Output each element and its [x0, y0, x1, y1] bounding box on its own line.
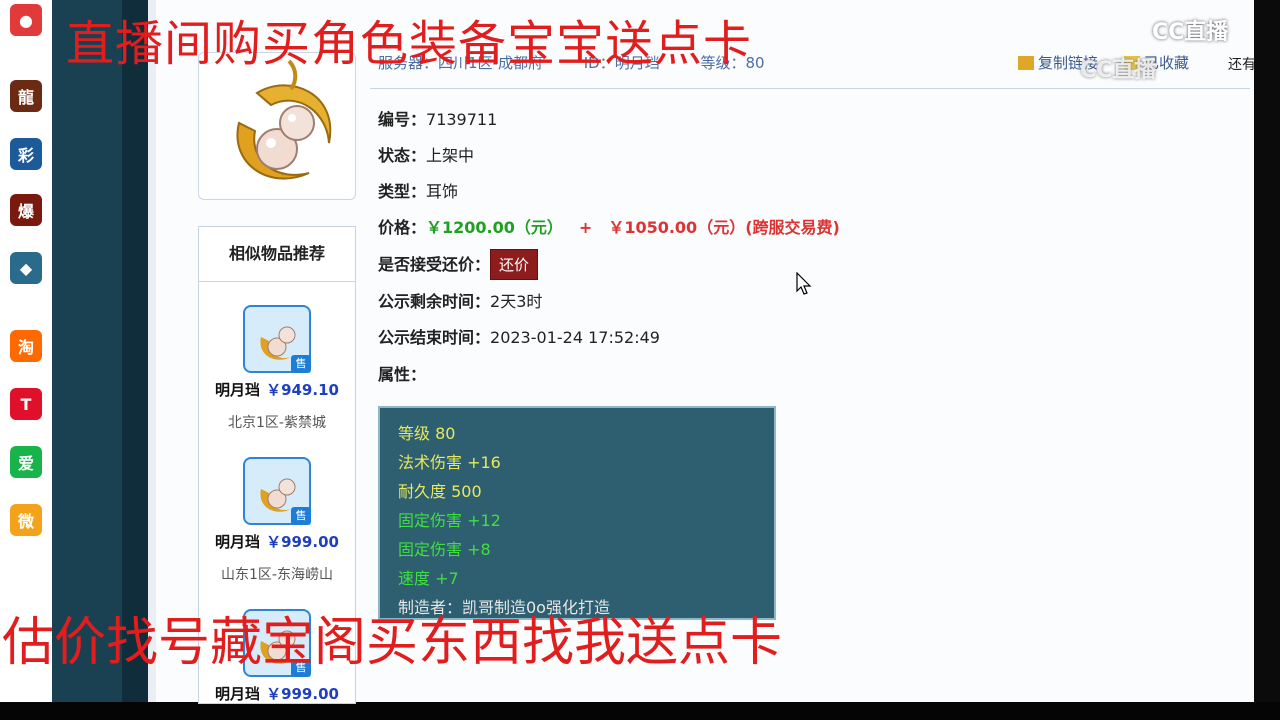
type-value: 耳饰	[426, 182, 459, 201]
status-row: 状态：上架中	[378, 142, 474, 166]
attr-line: 耐久度 500	[398, 482, 482, 501]
counter-offer-button[interactable]: 还价	[490, 249, 539, 280]
similar-item-server: 北京1区-紫禁城	[228, 415, 326, 431]
cc-watermark: CC直播	[1080, 58, 1157, 83]
item-image	[198, 52, 356, 200]
status-value: 上架中	[426, 146, 475, 165]
weibo-icon[interactable]: 微	[10, 504, 42, 536]
type-row: 类型：耳饰	[378, 178, 458, 202]
item-id-label: 编号：	[378, 110, 427, 129]
counter-offer-label: 是否接受还价：	[378, 255, 491, 274]
attributes-tooltip: 等级 80 法术伤害 +16 耐久度 500 固定伤害 +12 固定伤害 +8 …	[378, 406, 776, 620]
stream-overlay-top: 直播间购买角色装备宝宝送点卡	[66, 16, 753, 72]
similar-item-name[interactable]: 明月珰	[215, 533, 260, 551]
game-icon-1[interactable]: 龍	[10, 80, 42, 112]
game-icon-2[interactable]: 彩	[10, 138, 42, 170]
taobao-icon[interactable]: 淘	[10, 330, 42, 362]
counter-offer-row: 是否接受还价： 还价	[378, 249, 539, 280]
remaining-time-label: 公示剩余时间：	[378, 292, 491, 311]
remaining-time-value: 2天3时	[490, 292, 543, 311]
similar-item-server: 山东1区-东海崂山	[221, 567, 333, 583]
attr-line: 速度 +7	[398, 569, 459, 588]
earring-icon	[236, 59, 332, 180]
similar-item[interactable]: 售 明月珰 ￥949.10 北京1区-紫禁城	[199, 305, 355, 432]
end-time-label: 公示结束时间：	[378, 328, 491, 347]
price-label: 价格：	[378, 218, 427, 237]
similar-item[interactable]: 售 明月珰 ￥999.00 山东1区-东海崂山	[199, 457, 355, 584]
attr-line: 法术伤害 +16	[398, 453, 501, 472]
attributes-label: 属性：	[378, 365, 427, 384]
sale-badge: 售	[291, 507, 311, 525]
price-row: 价格：￥1200.00（元） + ￥1050.00（元）(跨服交易费)	[378, 214, 840, 238]
cc-app-icon[interactable]: ●	[10, 4, 42, 36]
item-thumbnail[interactable]: 售	[243, 305, 311, 373]
end-time-row: 公示结束时间：2023-01-24 17:52:49	[378, 324, 660, 348]
end-time-value: 2023-01-24 17:52:49	[490, 328, 660, 347]
status-label: 状态：	[378, 146, 427, 165]
similar-item-name[interactable]: 明月珰	[215, 381, 260, 399]
item-id-value: 7139711	[426, 110, 498, 129]
remaining-time-row: 公示剩余时间：2天3时	[378, 288, 542, 312]
left-dock: ● 龍彩爆 ◆ 淘 T 爱微	[0, 0, 53, 702]
item-id-row: 编号：7139711	[378, 106, 497, 130]
cc-watermark: CC直播	[1152, 20, 1229, 45]
game-icon-3[interactable]: 爆	[10, 194, 42, 226]
similar-items-title: 相似物品推荐	[199, 227, 355, 282]
price-main: ￥1200.00（元）	[426, 218, 563, 237]
similar-item-name[interactable]: 明月珰	[215, 685, 260, 703]
more-link[interactable]: 还有	[1228, 54, 1256, 74]
type-label: 类型：	[378, 182, 427, 201]
iqiyi-icon[interactable]: 爱	[10, 446, 42, 478]
attr-line: 等级 80	[398, 424, 456, 443]
copy-icon	[1018, 56, 1034, 70]
item-thumbnail[interactable]: 售	[243, 457, 311, 525]
bottom-bar	[0, 702, 1280, 720]
price-plus: +	[578, 218, 593, 237]
mouse-cursor-icon	[796, 272, 812, 295]
game-icon-4[interactable]: ◆	[10, 252, 42, 284]
attr-line: 固定伤害 +8	[398, 540, 491, 559]
stream-overlay-bottom: 估价找号藏宝阁买东西找我送点卡	[2, 613, 783, 673]
header-divider	[370, 88, 1250, 89]
right-edge	[1254, 0, 1280, 702]
attr-line: 固定伤害 +12	[398, 511, 501, 530]
similar-item-price: ￥999.00	[266, 685, 339, 703]
sale-badge: 售	[291, 355, 311, 373]
similar-item-price: ￥999.00	[266, 533, 339, 551]
attributes-row: 属性：	[378, 361, 426, 385]
price-fee: ￥1050.00（元）(跨服交易费)	[608, 218, 840, 237]
sidebar-dark-edge	[122, 0, 148, 702]
tmall-icon[interactable]: T	[10, 388, 42, 420]
sidebar-dark-panel	[52, 0, 122, 702]
similar-item-price: ￥949.10	[266, 381, 339, 399]
